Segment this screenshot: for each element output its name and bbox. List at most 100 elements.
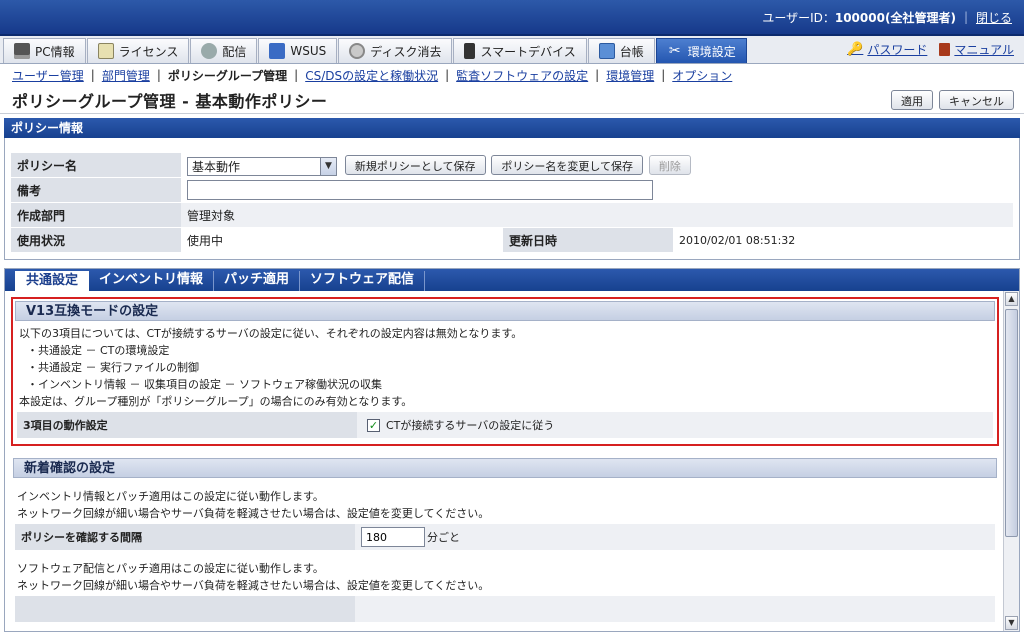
subnav-options[interactable]: オプション <box>672 67 732 84</box>
ledger-icon <box>598 43 615 59</box>
policy-name-label: ポリシー名 <box>11 153 181 177</box>
sub-nav: ユーザー管理 | 部門管理 | ポリシーグループ管理 | CS/DSの設定と稼働状況 |… <box>0 64 1024 86</box>
policy-info-panel: ポリシー名 基本動作 ▼ 新規ポリシーとして保存 ポリシー名を変更して保存 削除 … <box>4 138 1020 260</box>
nav-tab-license[interactable]: ライセンス <box>86 38 190 63</box>
v13-compat-section: V13互換モードの設定 以下の3項目については、CTが接続するサーバの設定に従い… <box>11 297 999 446</box>
nav-tab-label: ディスク消去 <box>370 44 442 59</box>
follow-server-checkbox-label[interactable]: CTが接続するサーバの設定に従う <box>386 417 554 433</box>
title-row: ポリシーグループ管理 - 基本動作ポリシー 適用 キャンセル <box>0 86 1024 114</box>
smart-device-icon <box>464 43 476 59</box>
interval-value-cell: 分ごと <box>355 524 995 550</box>
subnav-user-management[interactable]: ユーザー管理 <box>12 67 84 84</box>
subnav-dept-management[interactable]: 部門管理 <box>102 67 150 84</box>
cancel-button[interactable]: キャンセル <box>939 89 1014 110</box>
nav-tab-label: 環境設定 <box>687 44 736 59</box>
manual-link[interactable]: マニュアル <box>939 41 1014 58</box>
scroll-down-icon[interactable]: ▼ <box>1005 616 1018 630</box>
nav-tab-pc-info[interactable]: PC情報 <box>3 38 86 63</box>
user-info: ユーザーID：100000(全社管理者) <box>762 9 956 26</box>
rename-save-button[interactable]: ポリシー名を変更して保存 <box>491 154 643 175</box>
distribution-icon <box>201 43 218 59</box>
tab-software-distribution[interactable]: ソフトウェア配信 <box>300 271 426 291</box>
note-input[interactable] <box>187 180 653 200</box>
v13-description: 以下の3項目については、CTが接続するサーバの設定に従い、それぞれの設定内容は無… <box>17 321 993 410</box>
new-check-text: ソフトウェア配信とパッチ適用はこの設定に従い動作します。 <box>17 562 324 575</box>
nav-tab-label: 台帳 <box>619 44 644 59</box>
nav-tab-label: WSUS <box>290 44 327 58</box>
v13-note: 本設定は、グループ種別が「ポリシーグループ」の場合にのみ有効となります。 <box>19 395 413 408</box>
new-check-section: 新着確認の設定 インベントリ情報とパッチ適用はこの設定に従い動作します。 ネット… <box>11 458 999 622</box>
new-check-description-1: インベントリ情報とパッチ適用はこの設定に従い動作します。 ネットワーク回線が細い… <box>15 478 995 522</box>
scroll-up-icon[interactable]: ▲ <box>1005 292 1018 306</box>
wsus-icon <box>269 43 286 59</box>
v13-row-label: 3項目の動作設定 <box>17 412 357 438</box>
license-icon <box>97 43 114 59</box>
status-row: 使用状況 使用中 更新日時 2010/02/01 08:51:32 <box>11 228 1013 252</box>
subnav-env-management[interactable]: 環境管理 <box>606 67 654 84</box>
nav-right-links: 🔑 パスワード マニュアル <box>847 36 1024 63</box>
dept-label: 作成部門 <box>11 203 181 227</box>
pc-icon <box>14 43 30 59</box>
interval-input[interactable] <box>361 527 425 547</box>
apply-button[interactable]: 適用 <box>891 89 933 110</box>
new-check-description-2: ソフトウェア配信とパッチ適用はこの設定に従い動作します。 ネットワーク回線が細い… <box>15 550 995 594</box>
subnav-cs-ds-settings[interactable]: CS/DSの設定と稼働状況 <box>305 67 438 84</box>
policy-info-heading: ポリシー情報 <box>4 118 1020 138</box>
policy-info-table: ポリシー名 基本動作 ▼ 新規ポリシーとして保存 ポリシー名を変更して保存 削除 … <box>11 152 1013 253</box>
nav-tab-ledger[interactable]: 台帳 <box>587 38 655 63</box>
nav-tab-smart-device[interactable]: スマートデバイス <box>453 38 587 63</box>
policy-name-select[interactable]: 基本動作 ▼ <box>187 156 337 176</box>
updated-value: 2010/02/01 08:51:32 <box>673 228 1013 252</box>
separator: | <box>661 68 666 82</box>
top-bar: ユーザーID：100000(全社管理者) | 閉じる <box>0 0 1024 36</box>
v13-intro: 以下の3項目については、CTが接続するサーバの設定に従い、それぞれの設定内容は無… <box>19 327 523 340</box>
policy-name-row: ポリシー名 基本動作 ▼ 新規ポリシーとして保存 ポリシー名を変更して保存 削除 <box>11 153 1013 177</box>
password-link[interactable]: 🔑 パスワード <box>847 41 927 58</box>
tab-patch[interactable]: パッチ適用 <box>214 271 301 291</box>
separator: | <box>294 68 299 82</box>
separator: | <box>595 68 600 82</box>
nav-tab-disk-erase[interactable]: ディスク消去 <box>338 38 453 63</box>
delete-button[interactable]: 削除 <box>648 154 691 175</box>
partial-row-label <box>15 596 355 622</box>
nav-tab-distribution[interactable]: 配信 <box>190 38 258 63</box>
key-icon: 🔑 <box>847 42 864 57</box>
partial-row <box>15 596 995 622</box>
title-buttons: 適用 キャンセル <box>891 89 1014 110</box>
vertical-scrollbar[interactable]: ▲ ▼ <box>1003 291 1019 631</box>
subnav-audit-software[interactable]: 監査ソフトウェアの設定 <box>456 67 588 84</box>
tab-common-settings[interactable]: 共通設定 <box>15 271 90 291</box>
dept-value: 管理対象 <box>181 203 1013 227</box>
new-check-text: インベントリ情報とパッチ適用はこの設定に従い動作します。 <box>17 490 324 503</box>
password-label: パスワード <box>867 43 928 57</box>
v13-row-value: ✓ CTが接続するサーバの設定に従う <box>357 412 993 438</box>
separator: | <box>90 68 95 82</box>
scrollbar-thumb[interactable] <box>1005 309 1018 537</box>
user-id-value: 100000(全社管理者) <box>834 10 956 25</box>
nav-tab-wsus[interactable]: WSUS <box>258 38 338 63</box>
disk-erase-icon <box>349 43 366 59</box>
tab-inventory[interactable]: インベントリ情報 <box>89 271 215 291</box>
separator: | <box>963 10 968 24</box>
v13-item: ・共通設定 － CTの環境設定 <box>27 344 170 357</box>
new-check-heading: 新着確認の設定 <box>13 458 997 478</box>
separator: | <box>445 68 450 82</box>
new-check-text: ネットワーク回線が細い場合やサーバ負荷を軽減させたい場合は、設定値を変更してくだ… <box>17 507 490 520</box>
note-row: 備考 <box>11 178 1013 202</box>
content-tab-bar: 共通設定 インベントリ情報 パッチ適用 ソフトウェア配信 <box>5 269 1019 291</box>
follow-server-checkbox[interactable]: ✓ <box>367 418 380 432</box>
v13-setting-row: 3項目の動作設定 ✓ CTが接続するサーバの設定に従う <box>17 412 993 438</box>
nav-tab-environment[interactable]: ✂ 環境設定 <box>655 38 747 63</box>
note-cell <box>181 178 1013 202</box>
manual-label: マニュアル <box>954 43 1014 57</box>
page-title: ポリシーグループ管理 - 基本動作ポリシー <box>12 91 328 111</box>
note-label: 備考 <box>11 178 181 202</box>
separator: | <box>156 68 161 82</box>
nav-tab-label: スマートデバイス <box>480 44 576 59</box>
logout-link[interactable]: 閉じる <box>976 9 1012 26</box>
new-check-text: ネットワーク回線が細い場合やサーバ負荷を軽減させたい場合は、設定値を変更してくだ… <box>17 579 490 592</box>
policy-name-selected: 基本動作 <box>192 159 241 174</box>
save-as-new-button[interactable]: 新規ポリシーとして保存 <box>344 154 486 175</box>
nav-tab-label: PC情報 <box>35 44 75 59</box>
settings-scroll-pane: V13互換モードの設定 以下の3項目については、CTが接続するサーバの設定に従い… <box>5 291 1003 631</box>
